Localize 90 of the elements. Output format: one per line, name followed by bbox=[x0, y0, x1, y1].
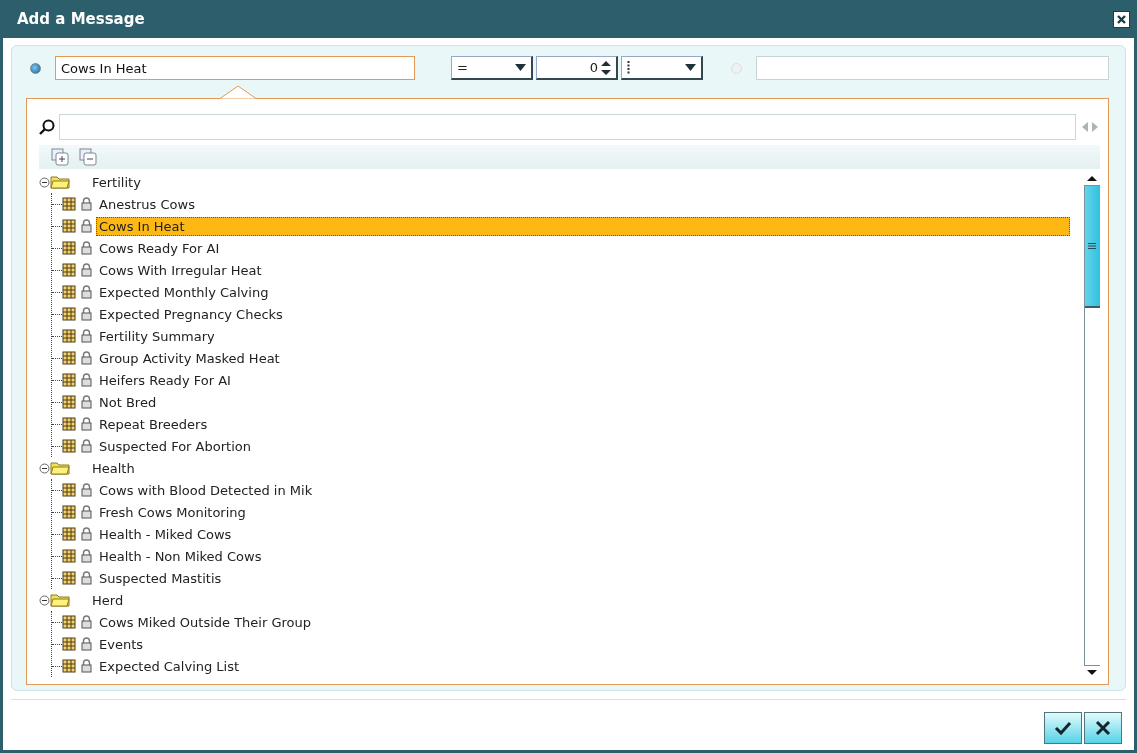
tree-item[interactable]: Cows Ready For AI bbox=[96, 238, 223, 258]
table-icon bbox=[62, 549, 76, 563]
lock-icon bbox=[81, 285, 92, 299]
caret-icon bbox=[515, 64, 526, 71]
checkmark-icon bbox=[1054, 721, 1072, 735]
lock-icon bbox=[81, 483, 92, 497]
tree-item[interactable]: Anestrus Cows bbox=[96, 194, 198, 214]
lock-icon bbox=[81, 417, 92, 431]
tree-group-label[interactable]: Health bbox=[92, 460, 135, 476]
lock-icon bbox=[81, 615, 92, 629]
tree-item[interactable]: Cows With Irregular Heat bbox=[96, 260, 265, 280]
tree-item[interactable]: Cows In Heat bbox=[96, 216, 1070, 236]
close-icon bbox=[1116, 13, 1127, 25]
message-name-field[interactable]: Cows In Heat bbox=[55, 56, 415, 80]
search-icon bbox=[39, 119, 55, 135]
table-icon bbox=[62, 417, 76, 431]
folder-icon bbox=[50, 461, 70, 475]
lock-icon bbox=[81, 505, 92, 519]
tree-item[interactable]: Group Activity Masked Heat bbox=[96, 348, 283, 368]
table-icon bbox=[62, 395, 76, 409]
tree-item[interactable]: Expected Pregnancy Checks bbox=[96, 304, 286, 324]
collapse-icon[interactable] bbox=[39, 594, 50, 606]
tree-item[interactable]: Suspected For Abortion bbox=[96, 436, 254, 456]
tree-item[interactable]: Health - Miked Cows bbox=[96, 524, 235, 544]
tree-item[interactable]: Cows Miked Outside Their Group bbox=[96, 612, 315, 632]
cancel-button[interactable] bbox=[1084, 712, 1122, 744]
folder-icon bbox=[50, 175, 70, 189]
table-icon bbox=[62, 329, 76, 343]
expand-all-button[interactable] bbox=[49, 146, 71, 168]
tree-group-label[interactable]: Fertility bbox=[92, 174, 141, 190]
lock-icon bbox=[81, 527, 92, 541]
ok-button[interactable] bbox=[1044, 712, 1082, 744]
table-icon bbox=[62, 307, 76, 321]
number-spinner[interactable]: 0 bbox=[536, 56, 618, 80]
collapse-icon[interactable] bbox=[39, 462, 50, 474]
close-icon bbox=[1095, 720, 1111, 736]
lock-icon bbox=[81, 395, 92, 409]
tree-item[interactable]: Not Bred bbox=[96, 392, 160, 412]
tree-item[interactable]: Health - Non Miked Cows bbox=[96, 546, 265, 566]
lock-icon bbox=[81, 241, 92, 255]
lock-icon bbox=[81, 307, 92, 321]
scrollbar-thumb[interactable] bbox=[1084, 186, 1100, 308]
table-icon bbox=[62, 373, 76, 387]
table-icon bbox=[62, 483, 76, 497]
lock-icon bbox=[81, 351, 92, 365]
search-field[interactable] bbox=[59, 114, 1076, 140]
lock-icon bbox=[81, 373, 92, 387]
lock-icon bbox=[81, 197, 92, 211]
table-icon bbox=[62, 285, 76, 299]
tree-item[interactable]: Heifers Ready For AI bbox=[96, 370, 234, 390]
lock-icon bbox=[81, 219, 92, 233]
table-icon bbox=[62, 241, 76, 255]
lock-icon bbox=[81, 329, 92, 343]
table-icon bbox=[62, 527, 76, 541]
window-title: Add a Message bbox=[17, 10, 145, 28]
caret-icon bbox=[685, 64, 696, 71]
lock-icon bbox=[81, 637, 92, 651]
table-icon bbox=[62, 439, 76, 453]
tree-item[interactable]: Suspected Mastitis bbox=[96, 568, 225, 588]
lock-icon bbox=[81, 439, 92, 453]
table-icon bbox=[62, 197, 76, 211]
tree-item[interactable]: Cows with Blood Detected in Mik bbox=[96, 480, 316, 500]
dotted-bar-icon bbox=[627, 61, 630, 74]
tree-item[interactable]: Fresh Cows Monitoring bbox=[96, 502, 249, 522]
operator-select[interactable]: = bbox=[451, 56, 533, 80]
lock-icon bbox=[81, 263, 92, 277]
lock-icon bbox=[81, 549, 92, 563]
close-button[interactable] bbox=[1113, 10, 1130, 28]
folder-icon bbox=[50, 593, 70, 607]
tree-item[interactable]: Expected Monthly Calving bbox=[96, 282, 272, 302]
tree-item[interactable]: Events bbox=[96, 634, 146, 654]
table-icon bbox=[62, 637, 76, 651]
tree-item[interactable]: Fertility Summary bbox=[96, 326, 218, 346]
collapse-icon[interactable] bbox=[39, 176, 50, 188]
radio-button[interactable] bbox=[30, 62, 41, 74]
table-icon bbox=[62, 263, 76, 277]
lock-icon bbox=[81, 659, 92, 673]
unit-select[interactable] bbox=[621, 56, 703, 80]
table-icon bbox=[62, 351, 76, 365]
tree-item[interactable]: Expected Calving List bbox=[96, 656, 243, 676]
tree-item[interactable]: Repeat Breeders bbox=[96, 414, 211, 434]
table-icon bbox=[62, 571, 76, 585]
table-icon bbox=[62, 219, 76, 233]
lock-icon bbox=[81, 571, 92, 585]
scrollbar-track[interactable] bbox=[1083, 185, 1100, 666]
table-icon bbox=[62, 615, 76, 629]
table-icon bbox=[62, 505, 76, 519]
collapse-all-button[interactable] bbox=[77, 146, 99, 168]
tree-group-label[interactable]: Herd bbox=[92, 592, 124, 608]
table-icon bbox=[62, 659, 76, 673]
